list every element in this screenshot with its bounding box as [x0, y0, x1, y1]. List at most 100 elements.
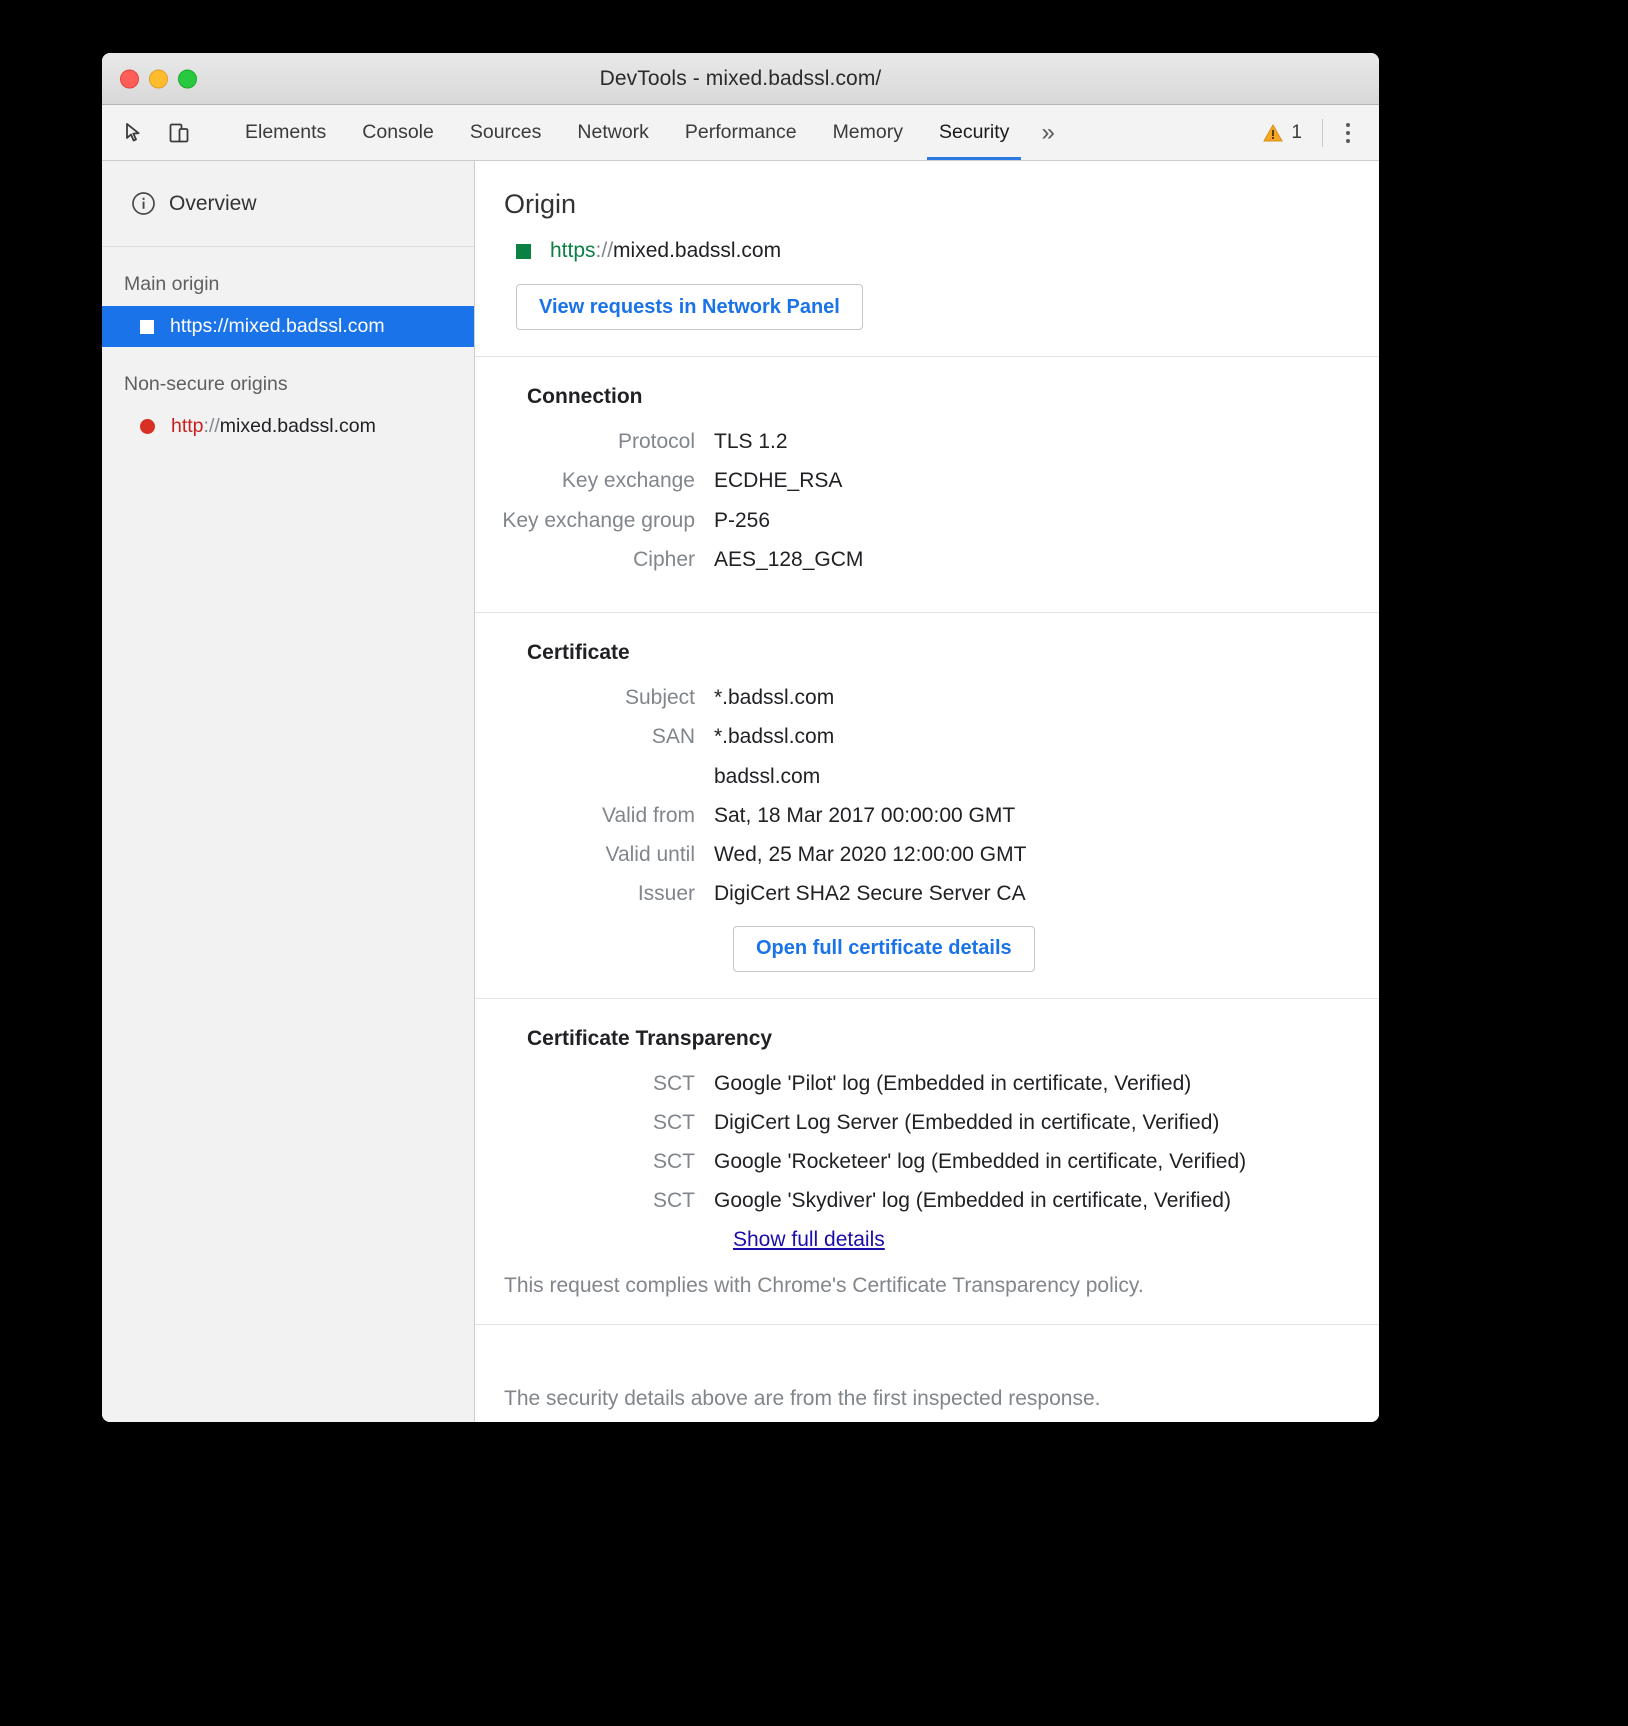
connection-value-key-exchange-group: P-256 — [714, 508, 770, 534]
non-secure-origin-separator: :// — [204, 415, 220, 437]
sct-value-1: Google 'Pilot' log (Embedded in certific… — [714, 1071, 1191, 1097]
inspect-element-icon[interactable] — [116, 114, 154, 152]
certificate-transparency-section: Certificate Transparency SCT Google 'Pil… — [475, 999, 1379, 1325]
devtools-window: DevTools - mixed.badssl.com/ Elements Co… — [102, 53, 1379, 1422]
warning-indicator[interactable]: 1 — [1250, 122, 1314, 144]
certificate-section: Certificate Subject *.badssl.com SAN *.b… — [475, 613, 1379, 999]
certificate-row-issuer: Issuer DigiCert SHA2 Secure Server CA — [475, 881, 1379, 907]
sct-row: SCT DigiCert Log Server (Embedded in cer… — [475, 1110, 1379, 1136]
main-origin-host: mixed.badssl.com — [229, 315, 385, 337]
view-requests-in-network-panel-button[interactable]: View requests in Network Panel — [516, 284, 863, 330]
certificate-key-san-extra — [475, 764, 714, 790]
origin-url-row: https://mixed.badssl.com — [475, 239, 1379, 263]
certificate-value-san-extra: badssl.com — [714, 764, 820, 790]
certificate-key-subject: Subject — [475, 685, 714, 711]
connection-key-protocol: Protocol — [475, 429, 714, 455]
origin-scheme: https — [550, 239, 596, 262]
devtools-content: Overview Main origin https://mixed.badss… — [102, 161, 1379, 1422]
sct-value-4: Google 'Skydiver' log (Embedded in certi… — [714, 1188, 1231, 1214]
security-sidebar: Overview Main origin https://mixed.badss… — [102, 161, 475, 1422]
device-toolbar-icon[interactable] — [160, 114, 198, 152]
window-title: DevTools - mixed.badssl.com/ — [102, 67, 1379, 91]
tab-elements[interactable]: Elements — [227, 105, 344, 160]
open-full-certificate-details-button[interactable]: Open full certificate details — [733, 926, 1035, 972]
certificate-row-san-extra: badssl.com — [475, 764, 1379, 790]
origin-url: https://mixed.badssl.com — [550, 239, 781, 263]
sct-key-3: SCT — [475, 1149, 714, 1175]
non-secure-origin-scheme: http — [171, 415, 204, 437]
certificate-key-san: SAN — [475, 724, 714, 750]
sct-value-2: DigiCert Log Server (Embedded in certifi… — [714, 1110, 1219, 1136]
secure-square-icon — [140, 320, 154, 334]
tab-performance[interactable]: Performance — [667, 105, 815, 160]
panel-tabs: Elements Console Sources Network Perform… — [227, 105, 1069, 160]
tabbar-divider-right — [1322, 119, 1323, 147]
connection-heading: Connection — [475, 385, 1379, 409]
tab-sources[interactable]: Sources — [452, 105, 560, 160]
connection-value-protocol: TLS 1.2 — [714, 429, 788, 455]
connection-key-key-exchange: Key exchange — [475, 468, 714, 494]
sidebar-group-main-origin: Main origin — [102, 247, 474, 306]
sct-key-2: SCT — [475, 1110, 714, 1136]
sct-value-3: Google 'Rocketeer' log (Embedded in cert… — [714, 1149, 1246, 1175]
kebab-menu-icon[interactable] — [1331, 114, 1365, 152]
certificate-value-valid-until: Wed, 25 Mar 2020 12:00:00 GMT — [714, 842, 1026, 868]
tab-console[interactable]: Console — [344, 105, 452, 160]
main-origin-scheme: https — [170, 315, 212, 337]
maximize-window-button[interactable] — [178, 69, 197, 88]
sct-key-1: SCT — [475, 1071, 714, 1097]
sct-key-4: SCT — [475, 1188, 714, 1214]
certificate-value-subject: *.badssl.com — [714, 685, 834, 711]
connection-key-cipher: Cipher — [475, 547, 714, 573]
certificate-value-issuer: DigiCert SHA2 Secure Server CA — [714, 881, 1026, 907]
connection-row-protocol: Protocol TLS 1.2 — [475, 429, 1379, 455]
tab-security[interactable]: Security — [921, 105, 1027, 160]
sidebar-non-secure-origin-label: http://mixed.badssl.com — [171, 415, 376, 438]
insecure-circle-icon — [140, 419, 155, 434]
certificate-heading: Certificate — [475, 641, 1379, 665]
certificate-row-valid-from: Valid from Sat, 18 Mar 2017 00:00:00 GMT — [475, 803, 1379, 829]
sidebar-item-main-origin[interactable]: https://mixed.badssl.com — [102, 306, 474, 347]
certificate-row-valid-until: Valid until Wed, 25 Mar 2020 12:00:00 GM… — [475, 842, 1379, 868]
certificate-row-san: SAN *.badssl.com — [475, 724, 1379, 750]
connection-row-cipher: Cipher AES_128_GCM — [475, 547, 1379, 573]
certificate-key-valid-until: Valid until — [475, 842, 714, 868]
certificate-transparency-actions: Show full details — [475, 1228, 1379, 1252]
window-controls — [120, 69, 197, 88]
sidebar-overview-label: Overview — [169, 192, 257, 216]
connection-row-key-exchange-group: Key exchange group P-256 — [475, 508, 1379, 534]
tab-network[interactable]: Network — [559, 105, 667, 160]
tab-memory[interactable]: Memory — [815, 105, 921, 160]
toolbar-icons — [116, 105, 227, 160]
info-circle-icon — [131, 191, 156, 216]
connection-row-key-exchange: Key exchange ECDHE_RSA — [475, 468, 1379, 494]
close-window-button[interactable] — [120, 69, 139, 88]
certificate-transparency-heading: Certificate Transparency — [475, 1027, 1379, 1051]
sidebar-main-origin-label: https://mixed.badssl.com — [170, 315, 385, 338]
sidebar-item-non-secure-origin[interactable]: http://mixed.badssl.com — [102, 406, 474, 447]
show-full-details-link[interactable]: Show full details — [733, 1228, 885, 1252]
more-tabs-chevron-icon[interactable]: » — [1027, 105, 1068, 160]
minimize-window-button[interactable] — [149, 69, 168, 88]
certificate-row-subject: Subject *.badssl.com — [475, 685, 1379, 711]
security-main-panel: Origin https://mixed.badssl.com View req… — [475, 161, 1379, 1422]
warning-triangle-icon — [1262, 122, 1284, 144]
secure-square-green-icon — [516, 244, 531, 259]
certificate-actions: Open full certificate details — [475, 926, 1379, 972]
certificate-value-valid-from: Sat, 18 Mar 2017 00:00:00 GMT — [714, 803, 1015, 829]
sidebar-group-non-secure-origins: Non-secure origins — [102, 347, 474, 406]
origin-host: mixed.badssl.com — [613, 239, 781, 262]
security-footer-section: The security details above are from the … — [475, 1325, 1379, 1423]
devtools-tabbar: Elements Console Sources Network Perform… — [102, 105, 1379, 161]
connection-key-key-exchange-group: Key exchange group — [475, 508, 714, 534]
page-title: Origin — [475, 189, 1379, 220]
non-secure-origin-host: mixed.badssl.com — [220, 415, 376, 437]
window-titlebar: DevTools - mixed.badssl.com/ — [102, 53, 1379, 105]
security-footer-note: The security details above are from the … — [475, 1353, 1379, 1411]
certificate-key-issuer: Issuer — [475, 881, 714, 907]
origin-section: Origin https://mixed.badssl.com View req… — [475, 161, 1379, 357]
certificate-transparency-note: This request complies with Chrome's Cert… — [475, 1274, 1379, 1298]
connection-value-cipher: AES_128_GCM — [714, 547, 863, 573]
certificate-value-san: *.badssl.com — [714, 724, 834, 750]
sidebar-item-overview[interactable]: Overview — [102, 161, 474, 247]
